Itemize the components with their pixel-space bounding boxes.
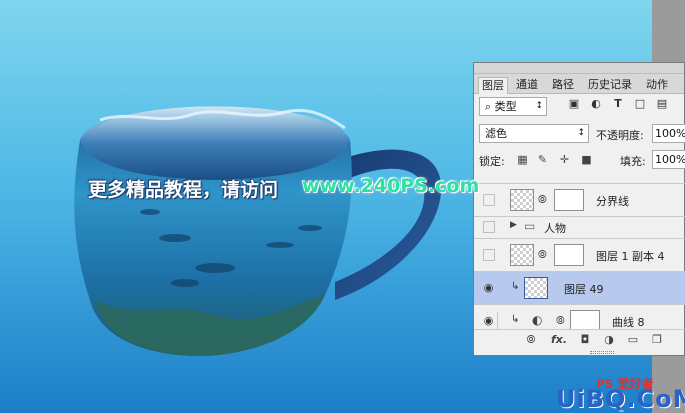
- image-filter-icon[interactable]: ▣: [567, 97, 581, 111]
- eye-icon[interactable]: ◉: [480, 312, 498, 329]
- layer-list: ⦾ 分界线 ▶ ▭ 人物 ⦾ 图层 1 副本 4 ◉ ↳ 图层 49 ◉ ↳ ◐: [474, 171, 685, 329]
- layer-name: 图层 1 副本 4: [596, 250, 665, 263]
- clip-arrow-icon: ↳: [511, 314, 520, 325]
- lock-transparent-icon[interactable]: ▦: [516, 153, 529, 166]
- headline-url: www.240PS.com: [302, 175, 480, 197]
- filter-type-label: 类型: [494, 100, 517, 113]
- site-logo: PS 爱好者 UiBQ.CoM: [556, 375, 685, 413]
- lock-move-icon[interactable]: ✛: [558, 153, 571, 166]
- visibility-toggle[interactable]: [483, 221, 495, 233]
- tab-actions[interactable]: 动作: [640, 77, 674, 94]
- visibility-toggle[interactable]: [483, 249, 495, 261]
- layer-row-curves[interactable]: ◉ ↳ ◐ ⦾ 曲线 8: [474, 304, 685, 329]
- opacity-field[interactable]: 100%: [652, 124, 685, 143]
- watermark-headline: 更多精品教程，请访问 www.240PS.com: [88, 175, 498, 201]
- blend-mode-label: 滤色: [485, 127, 507, 140]
- fill-field[interactable]: 100%: [652, 150, 685, 169]
- lock-paint-icon[interactable]: ✎: [536, 153, 549, 166]
- chain-link-icon[interactable]: ⦾: [538, 248, 547, 262]
- layer-mask-thumbnail[interactable]: [554, 244, 584, 266]
- lock-all-icon[interactable]: ■: [580, 153, 593, 166]
- layers-bottom-bar: ⦾ fx. ◘ ◑ ▭ ❐: [474, 329, 685, 351]
- opacity-label: 不透明度:: [596, 129, 644, 142]
- panel-title-bar[interactable]: [474, 63, 684, 74]
- blend-mode-select[interactable]: 滤色 ↕: [479, 124, 589, 143]
- smart-object-filter-icon[interactable]: ▤: [655, 97, 669, 111]
- lock-row: 锁定: ▦ ✎ ✛ ■ 填充: 100%: [474, 150, 685, 171]
- layer-row-selected[interactable]: ◉ ↳ 图层 49: [474, 271, 685, 304]
- layer-thumbnail: [524, 277, 548, 299]
- adjustment-icon: ◐: [532, 313, 543, 327]
- layer-thumbnail: [510, 244, 534, 266]
- tab-paths[interactable]: 路径: [546, 77, 580, 94]
- layers-panel: 图层 通道 路径 历史记录 动作 ⌕ 类型 ↕ ▣ ◐ T □ ▤ 滤色 ↕ 不…: [473, 62, 685, 356]
- layer-name: 图层 49: [564, 283, 604, 296]
- add-mask-icon[interactable]: ◘: [578, 333, 592, 347]
- chain-link-icon[interactable]: ⦾: [556, 314, 565, 328]
- layer-mask-thumbnail[interactable]: [570, 310, 600, 329]
- new-group-icon[interactable]: ▭: [626, 333, 640, 347]
- logo-text: UiBQ.CoM: [556, 385, 685, 413]
- tab-layers[interactable]: 图层: [478, 77, 508, 94]
- fx-icon[interactable]: fx.: [550, 333, 568, 347]
- chain-link-icon[interactable]: ⦾: [538, 193, 547, 207]
- layer-row-divider-line[interactable]: ⦾ 分界线: [474, 183, 685, 216]
- layer-mask-thumbnail[interactable]: [554, 189, 584, 211]
- layer-name: 曲线 8: [612, 316, 645, 329]
- lock-label: 锁定:: [479, 155, 505, 168]
- filter-row: ⌕ 类型 ↕ ▣ ◐ T □ ▤: [474, 97, 685, 119]
- layer-name: 人物: [544, 222, 566, 235]
- layer-name: 分界线: [596, 195, 629, 208]
- tab-history[interactable]: 历史记录: [582, 77, 638, 94]
- layer-row-group-people[interactable]: ▶ ▭ 人物: [474, 216, 685, 238]
- updown-arrow-icon: ↕: [577, 128, 585, 138]
- tab-channels[interactable]: 通道: [510, 77, 544, 94]
- headline-text: 更多精品教程，请访问: [88, 179, 279, 201]
- layer-thumbnail: [510, 189, 534, 211]
- search-icon: ⌕: [485, 100, 492, 113]
- filter-type-select[interactable]: ⌕ 类型 ↕: [479, 97, 547, 116]
- shape-filter-icon[interactable]: □: [633, 97, 647, 111]
- updown-arrow-icon: ↕: [535, 101, 543, 111]
- adjustment-icon[interactable]: ◑: [602, 333, 616, 347]
- folder-icon: ▭: [524, 219, 536, 233]
- blend-row: 滤色 ↕ 不透明度: 100%: [474, 124, 685, 146]
- new-layer-icon[interactable]: ❐: [650, 333, 664, 347]
- panel-tabs: 图层 通道 路径 历史记录 动作: [474, 74, 684, 94]
- resize-grip[interactable]: [590, 351, 614, 354]
- adjustment-filter-icon[interactable]: ◐: [589, 97, 603, 111]
- link-layers-icon[interactable]: ⦾: [524, 333, 538, 347]
- expand-triangle-icon[interactable]: ▶: [510, 220, 517, 230]
- text-filter-icon[interactable]: T: [611, 97, 625, 111]
- layer-row-copy[interactable]: ⦾ 图层 1 副本 4: [474, 238, 685, 271]
- fill-label: 填充:: [620, 155, 646, 168]
- eye-icon[interactable]: ◉: [480, 279, 498, 297]
- clip-arrow-icon: ↳: [511, 281, 520, 292]
